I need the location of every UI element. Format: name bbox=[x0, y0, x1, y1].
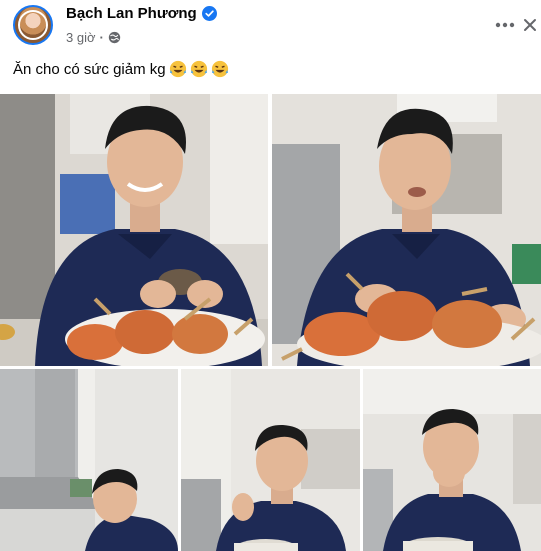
laughing-tears-emoji-icon bbox=[169, 60, 186, 78]
close-icon bbox=[524, 19, 536, 31]
post-header: Bạch Lan Phương 3 giờ · bbox=[0, 0, 541, 52]
post-photo-3[interactable] bbox=[0, 369, 178, 551]
meta-separator: · bbox=[99, 30, 104, 45]
more-options-icon bbox=[495, 22, 515, 28]
post-time[interactable]: 3 giờ bbox=[66, 30, 96, 45]
post-photo-2[interactable] bbox=[272, 94, 541, 366]
laughing-tears-emoji-icon bbox=[190, 60, 207, 78]
author-name[interactable]: Bạch Lan Phương bbox=[66, 5, 197, 22]
author-avatar[interactable] bbox=[13, 5, 53, 45]
caption-text: Ăn cho có sức giảm kg bbox=[13, 60, 166, 78]
globe-icon[interactable] bbox=[108, 31, 121, 44]
post-photo-5[interactable] bbox=[363, 369, 541, 551]
close-post-button[interactable] bbox=[519, 13, 541, 37]
post-photo-1[interactable] bbox=[0, 94, 268, 366]
verified-badge-icon bbox=[201, 6, 217, 21]
post-photo-4[interactable] bbox=[181, 369, 360, 551]
post-caption: Ăn cho có sức giảm kg bbox=[13, 60, 229, 78]
laughing-tears-emoji-icon bbox=[211, 60, 228, 78]
author-name-row: Bạch Lan Phương bbox=[66, 5, 217, 22]
post-meta: 3 giờ · bbox=[66, 30, 121, 45]
more-options-button[interactable] bbox=[493, 13, 517, 37]
